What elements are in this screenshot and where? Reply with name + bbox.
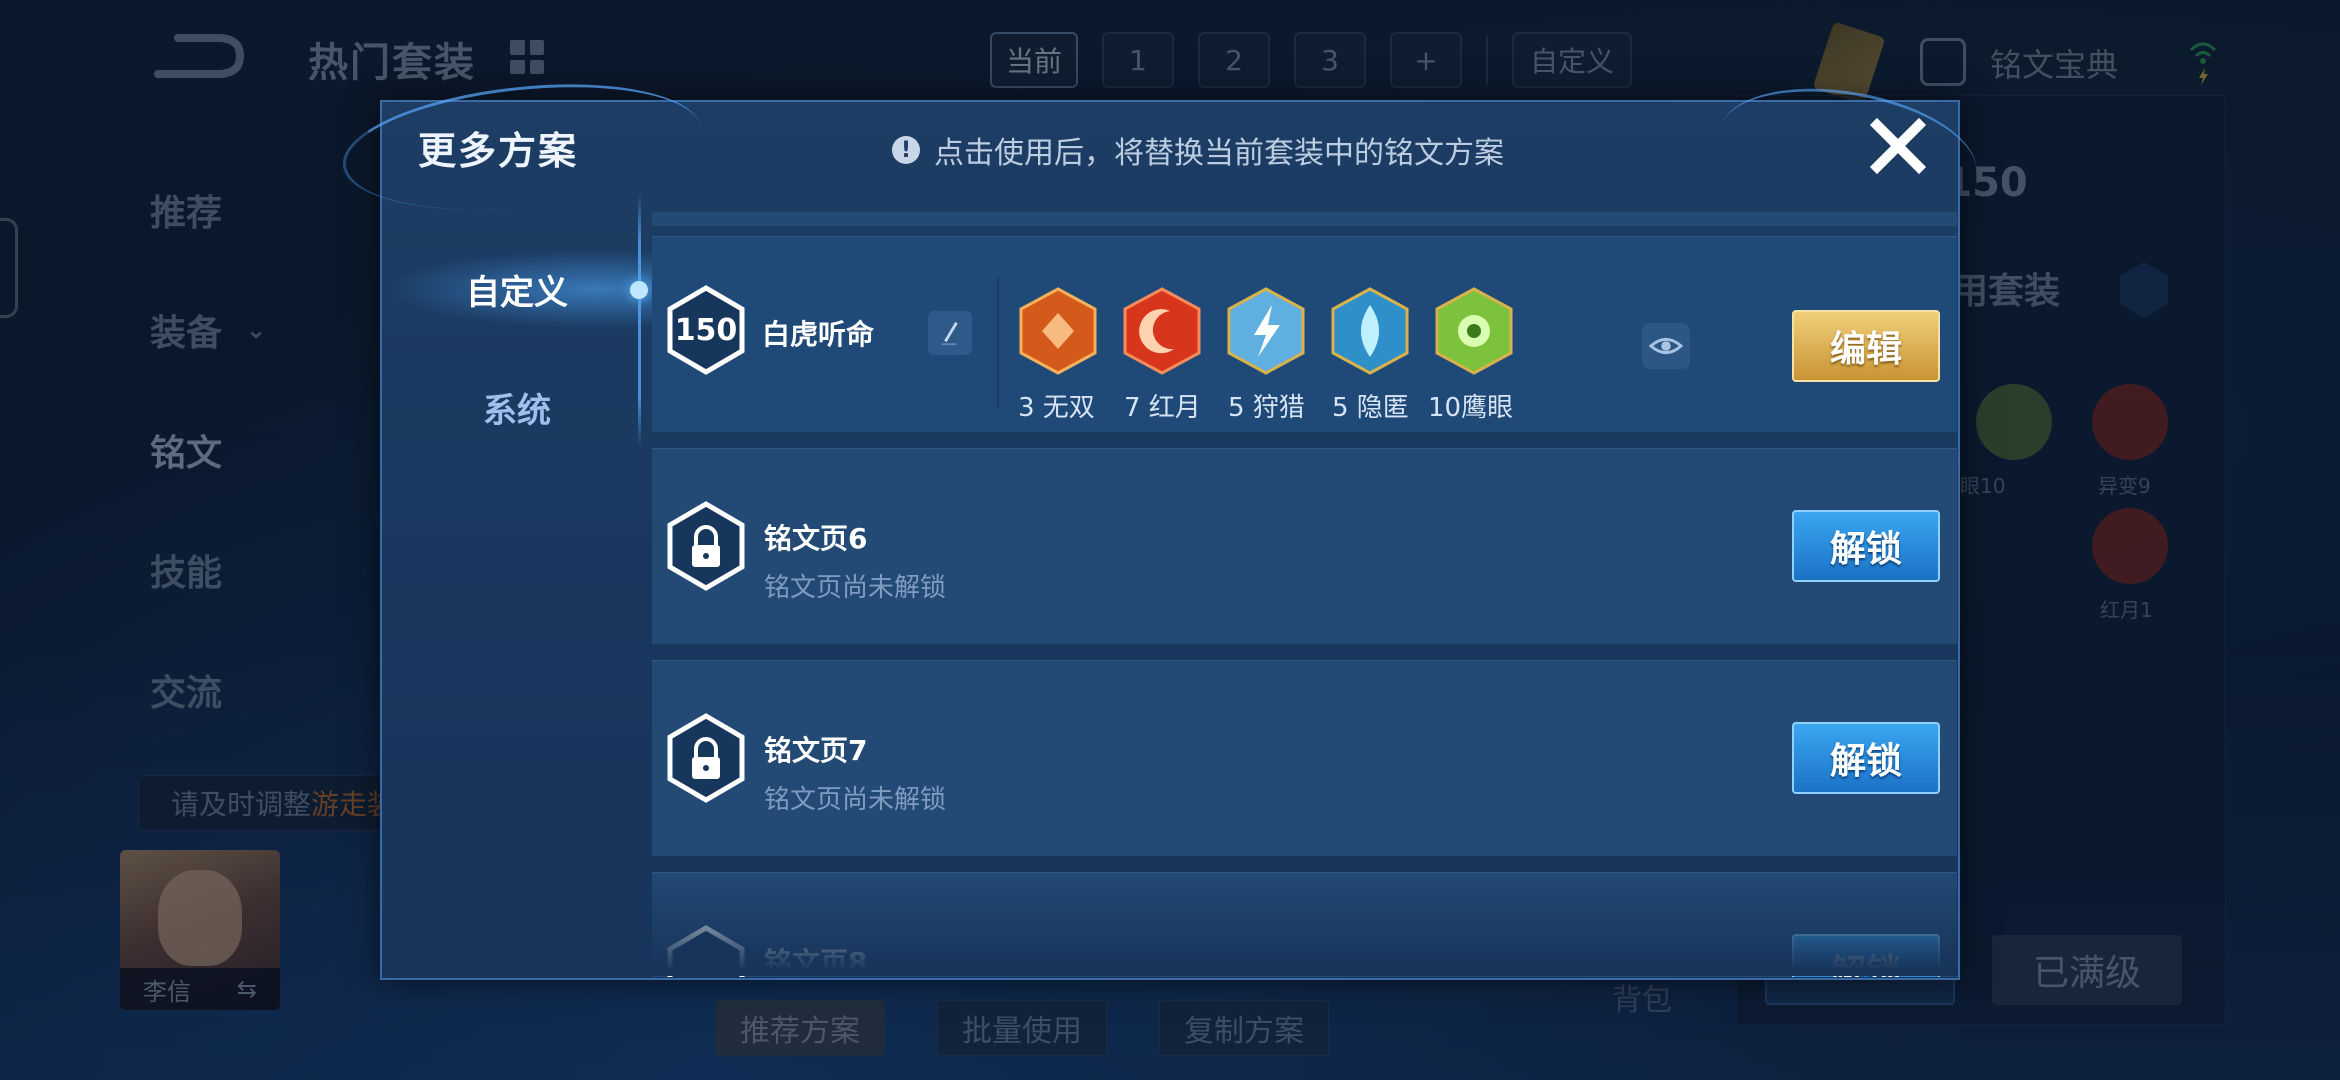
- more-plans-dialog: 更多方案 ! 点击使用后，将替换当前套装中的铭文方案 自定义 系统 150 白虎…: [336, 68, 1987, 980]
- level-number: 150: [674, 312, 738, 348]
- lock-icon: [667, 925, 745, 977]
- rune-label: 5 隐匿: [1332, 393, 1409, 423]
- rune-icon[interactable]: [1434, 287, 1514, 375]
- close-icon: [1869, 117, 1927, 175]
- dialog-hint: ! 点击使用后，将替换当前套装中的铭文方案: [892, 128, 1504, 172]
- dialog-title: 更多方案: [418, 129, 579, 173]
- plan-status: 铭文页尚未解锁: [764, 573, 947, 603]
- rune-label: 5 狩猎: [1228, 393, 1305, 423]
- pencil-icon: [941, 322, 958, 346]
- lock-icon: [667, 713, 745, 803]
- close-button[interactable]: [1858, 106, 1938, 186]
- plan-name: 铭文页8: [764, 946, 868, 977]
- plan-row[interactable]: 铭文页6 铭文页尚未解锁 解锁: [652, 448, 1957, 644]
- plan-name: 铭文页7: [764, 734, 868, 767]
- plan-status: 铭文页尚未解锁: [764, 785, 947, 815]
- tab-system[interactable]: 系统: [382, 367, 652, 447]
- preview-button[interactable]: [1642, 323, 1690, 369]
- unlock-button[interactable]: 解锁: [1792, 510, 1940, 582]
- level-badge: 150: [666, 285, 746, 375]
- tab-custom[interactable]: 自定义: [382, 249, 652, 329]
- edit-button[interactable]: 编辑: [1792, 310, 1940, 382]
- rune-icon[interactable]: [1018, 287, 1098, 375]
- rename-button[interactable]: [928, 311, 972, 355]
- info-icon: !: [892, 136, 920, 164]
- plan-category-tabs: 自定义 系统: [382, 192, 652, 977]
- plan-name: 铭文页6: [764, 522, 868, 555]
- plan-row[interactable]: 铭文页8 解锁: [652, 872, 1957, 977]
- divider: [997, 277, 999, 407]
- plan-name: 白虎听命: [762, 318, 875, 351]
- unlock-button[interactable]: 解锁: [1792, 722, 1940, 794]
- unlock-button[interactable]: 解锁: [1792, 934, 1940, 977]
- selected-indicator: [630, 281, 648, 299]
- list-edge: [652, 212, 1957, 226]
- plan-row[interactable]: 150 白虎听命 3 无双 7 红月 5 狩猎 5 隐匿 10鹰眼 编辑: [652, 236, 1957, 432]
- rune-icon[interactable]: [1330, 287, 1410, 375]
- lock-badge: [666, 501, 746, 591]
- lock-badge: [666, 925, 746, 977]
- hint-text: 点击使用后，将替换当前套装中的铭文方案: [934, 136, 1504, 171]
- rune-label: 3 无双: [1018, 393, 1095, 423]
- plan-row[interactable]: 铭文页7 铭文页尚未解锁 解锁: [652, 660, 1957, 856]
- rune-label: 10鹰眼: [1428, 393, 1514, 423]
- lock-icon: [667, 501, 745, 591]
- plan-list[interactable]: 150 白虎听命 3 无双 7 红月 5 狩猎 5 隐匿 10鹰眼 编辑 铭文页…: [652, 212, 1957, 977]
- eye-icon: [1649, 337, 1683, 355]
- rune-icon[interactable]: [1226, 287, 1306, 375]
- rune-icon[interactable]: [1122, 287, 1202, 375]
- lock-badge: [666, 713, 746, 803]
- rune-label: 7 红月: [1124, 393, 1201, 423]
